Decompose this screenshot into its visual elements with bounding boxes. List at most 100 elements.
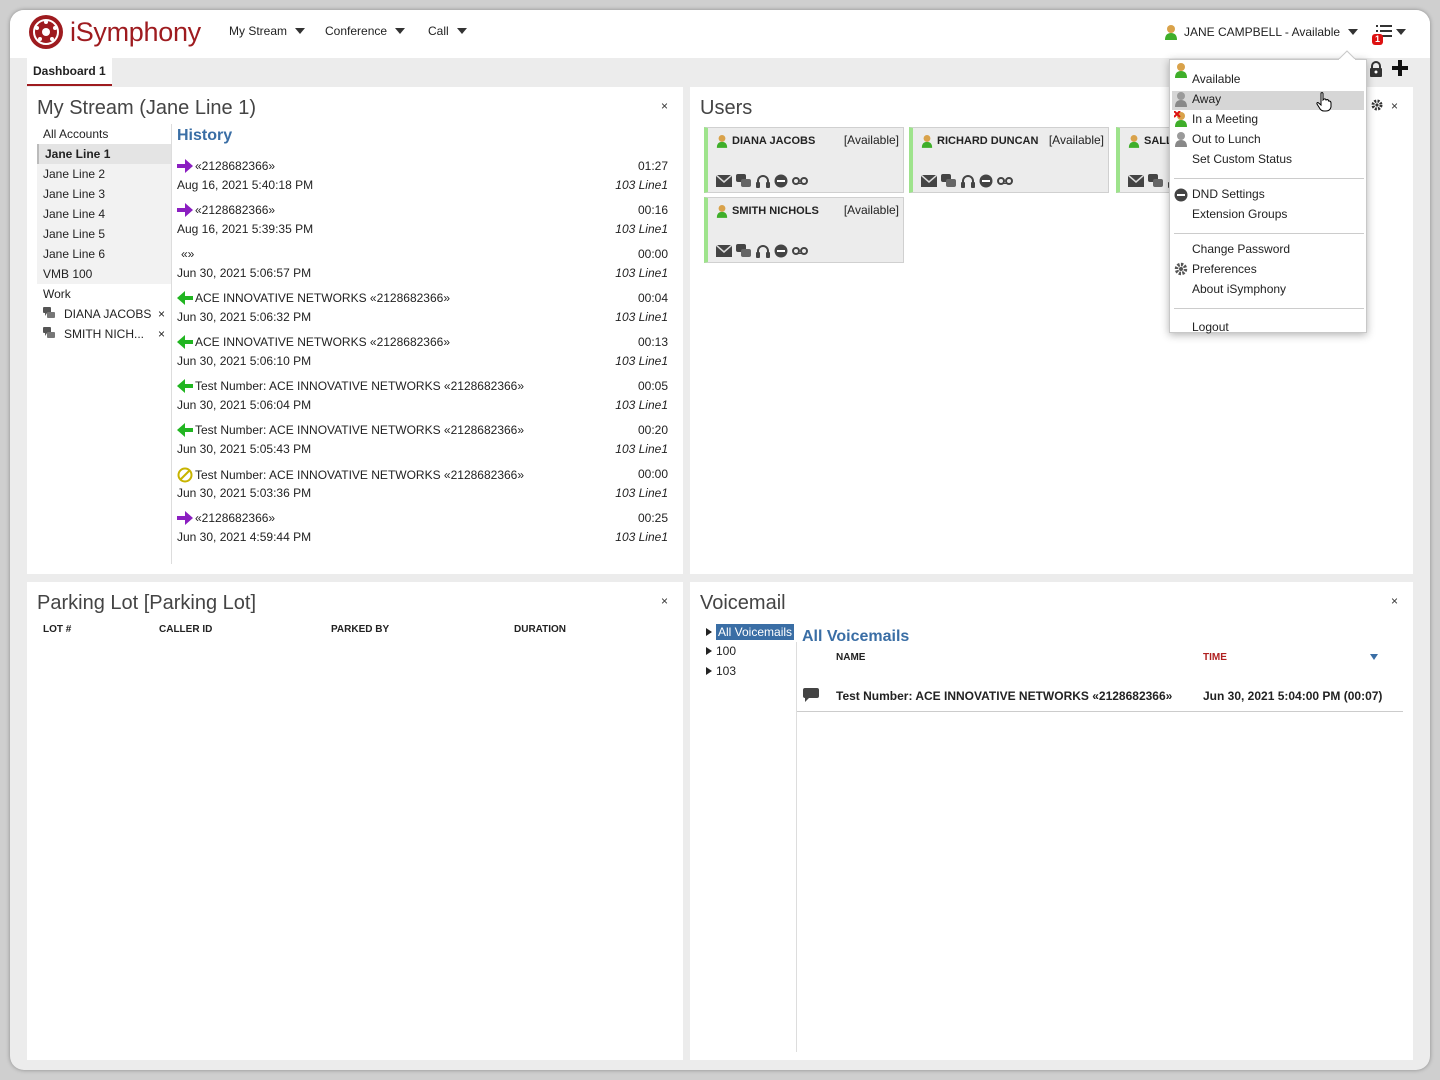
chat-icon[interactable] — [736, 244, 752, 258]
chat-icon[interactable] — [941, 174, 957, 188]
caret-down-icon — [1348, 29, 1359, 35]
all-accounts-header[interactable]: All Accounts — [37, 124, 171, 144]
column-header-caller-id[interactable]: CALLER ID — [159, 624, 212, 635]
tree-item-103[interactable]: 103 — [706, 664, 736, 678]
work-item-label: SMITH NICH... — [64, 327, 144, 341]
history-line: 103 Line1 — [615, 178, 668, 192]
chat-icon[interactable] — [736, 174, 752, 188]
history-item[interactable]: ACE INNOVATIVE NETWORKS «2128682366» Jun … — [177, 291, 668, 335]
menu-conference[interactable]: Conference — [325, 24, 406, 38]
sidebar-item-jane-line-3[interactable]: Jane Line 3 — [37, 184, 171, 204]
lock-icon[interactable] — [1369, 61, 1383, 77]
history-item[interactable]: «2128682366» Aug 16, 2021 5:39:35 PM 00:16… — [177, 203, 668, 247]
column-header-duration[interactable]: DURATION — [514, 624, 566, 635]
sidebar-item-vmb-100[interactable]: VMB 100 — [37, 264, 171, 284]
menu-item-in-a-meeting[interactable]: In a Meeting — [1192, 112, 1258, 126]
email-icon[interactable] — [921, 175, 937, 187]
voicemail-icon[interactable] — [997, 176, 1013, 186]
column-header-parked-by[interactable]: PARKED BY — [331, 624, 389, 635]
menu-item-change-password[interactable]: Change Password — [1192, 242, 1290, 256]
sidebar-item-jane-line-4[interactable]: Jane Line 4 — [37, 204, 171, 224]
menu-my-stream[interactable]: My Stream — [229, 24, 306, 38]
sidebar-item-jane-line-6[interactable]: Jane Line 6 — [37, 244, 171, 264]
menu-item-logout[interactable]: Logout — [1192, 320, 1229, 334]
history-item[interactable]: Test Number: ACE INNOVATIVE NETWORKS «21… — [177, 467, 668, 511]
user-card[interactable]: RICHARD DUNCAN [Available] — [909, 127, 1109, 193]
available-user-icon — [1175, 63, 1187, 78]
work-item-diana-jacobs[interactable]: DIANA JACOBS × — [37, 304, 171, 324]
dnd-icon[interactable] — [979, 174, 993, 188]
close-panel-button[interactable]: × — [1391, 99, 1398, 113]
voicemail-icon[interactable] — [792, 246, 808, 256]
menu-item-about[interactable]: About iSymphony — [1192, 282, 1286, 296]
column-header-name[interactable]: NAME — [836, 652, 865, 663]
notifications-button[interactable]: 1 — [1372, 24, 1416, 46]
voicemail-icon[interactable] — [792, 176, 808, 186]
sidebar-item-jane-line-1[interactable]: Jane Line 1 — [37, 144, 171, 164]
history-caller: «2128682366» — [195, 203, 276, 217]
chat-icon[interactable] — [1148, 174, 1164, 188]
caret-down-icon — [395, 28, 406, 34]
remove-work-item-button[interactable]: × — [158, 324, 165, 344]
email-icon[interactable] — [1128, 175, 1144, 187]
outgoing-call-icon — [177, 159, 193, 173]
history-caller-row: Test Number: ACE INNOVATIVE NETWORKS «21… — [177, 423, 524, 437]
email-icon[interactable] — [716, 175, 732, 187]
menu-call[interactable]: Call — [428, 24, 467, 38]
tree-item-100[interactable]: 100 — [706, 644, 736, 658]
headset-icon[interactable] — [756, 174, 770, 188]
history-item[interactable]: «2128682366» Aug 16, 2021 5:40:18 PM 01:27… — [177, 159, 668, 203]
menu-item-preferences[interactable]: Preferences — [1192, 262, 1257, 276]
headset-icon[interactable] — [961, 174, 975, 188]
history-datetime: Jun 30, 2021 5:06:04 PM — [177, 398, 312, 412]
tree-label: All Voicemails — [716, 624, 795, 640]
add-panel-icon[interactable] — [1392, 60, 1408, 76]
close-panel-button[interactable]: × — [661, 99, 668, 113]
tree-item-all-voicemails[interactable]: All Voicemails — [706, 624, 795, 640]
work-header: Work — [43, 287, 71, 301]
menu-item-available[interactable]: Available — [1192, 72, 1240, 86]
sidebar-item-jane-line-2[interactable]: Jane Line 2 — [37, 164, 171, 184]
user-status-menu[interactable]: JANE CAMPBELL - Available — [1164, 24, 1359, 40]
menu-item-set-custom-status[interactable]: Set Custom Status — [1192, 152, 1292, 166]
headset-icon[interactable] — [756, 244, 770, 258]
work-item-smith-nichols[interactable]: SMITH NICH... × — [37, 324, 171, 344]
user-name-row: RICHARD DUNCAN — [921, 134, 1038, 148]
sidebar-item-jane-line-5[interactable]: Jane Line 5 — [37, 224, 171, 244]
history-item[interactable]: Test Number: ACE INNOVATIVE NETWORKS «21… — [177, 423, 668, 467]
menu-item-dnd-settings[interactable]: DND Settings — [1192, 187, 1265, 201]
dnd-icon[interactable] — [774, 174, 788, 188]
column-header-time[interactable]: TIME — [1203, 652, 1227, 663]
voicemail-row[interactable]: Test Number: ACE INNOVATIVE NETWORKS «21… — [797, 676, 1403, 712]
column-header-lot[interactable]: LOT # — [43, 624, 71, 635]
history-item[interactable]: Test Number: ACE INNOVATIVE NETWORKS «21… — [177, 379, 668, 423]
expand-arrow-icon[interactable] — [706, 667, 712, 675]
available-user-icon — [716, 204, 728, 218]
menu-item-extension-groups[interactable]: Extension Groups — [1192, 207, 1287, 221]
settings-gear-icon[interactable] — [1371, 99, 1383, 111]
user-name: SMITH NICHOLS — [732, 205, 819, 217]
sort-descending-icon[interactable] — [1370, 654, 1378, 660]
dnd-icon[interactable] — [774, 244, 788, 258]
hand-cursor-icon — [1316, 92, 1332, 112]
close-panel-button[interactable]: × — [1391, 594, 1398, 608]
expand-arrow-icon[interactable] — [706, 628, 712, 636]
tab-dashboard-1[interactable]: Dashboard 1 — [27, 58, 112, 86]
remove-work-item-button[interactable]: × — [158, 304, 165, 324]
history-item[interactable]: «» Jun 30, 2021 5:06:57 PM 00:00 103 Line1 — [177, 247, 668, 291]
menu-item-away[interactable]: Away — [1192, 92, 1221, 106]
history-caller-row: Test Number: ACE INNOVATIVE NETWORKS «21… — [177, 467, 524, 483]
incoming-call-icon — [177, 335, 193, 349]
close-panel-button[interactable]: × — [661, 594, 668, 608]
history-caller-row: «2128682366» — [177, 203, 275, 217]
history-caller: Test Number: ACE INNOVATIVE NETWORKS «21… — [195, 379, 525, 393]
email-icon[interactable] — [716, 245, 732, 257]
history-item[interactable]: «2128682366» Jun 30, 2021 4:59:44 PM 00:25… — [177, 511, 668, 555]
history-line: 103 Line1 — [615, 266, 668, 280]
user-card[interactable]: DIANA JACOBS [Available] — [704, 127, 904, 193]
expand-arrow-icon[interactable] — [706, 647, 712, 655]
history-item[interactable]: ACE INNOVATIVE NETWORKS «2128682366» Jun … — [177, 335, 668, 379]
menu-item-out-to-lunch[interactable]: Out to Lunch — [1192, 132, 1261, 146]
user-card[interactable]: SMITH NICHOLS [Available] — [704, 197, 904, 263]
user-card[interactable]: SALL — [1116, 127, 1176, 193]
